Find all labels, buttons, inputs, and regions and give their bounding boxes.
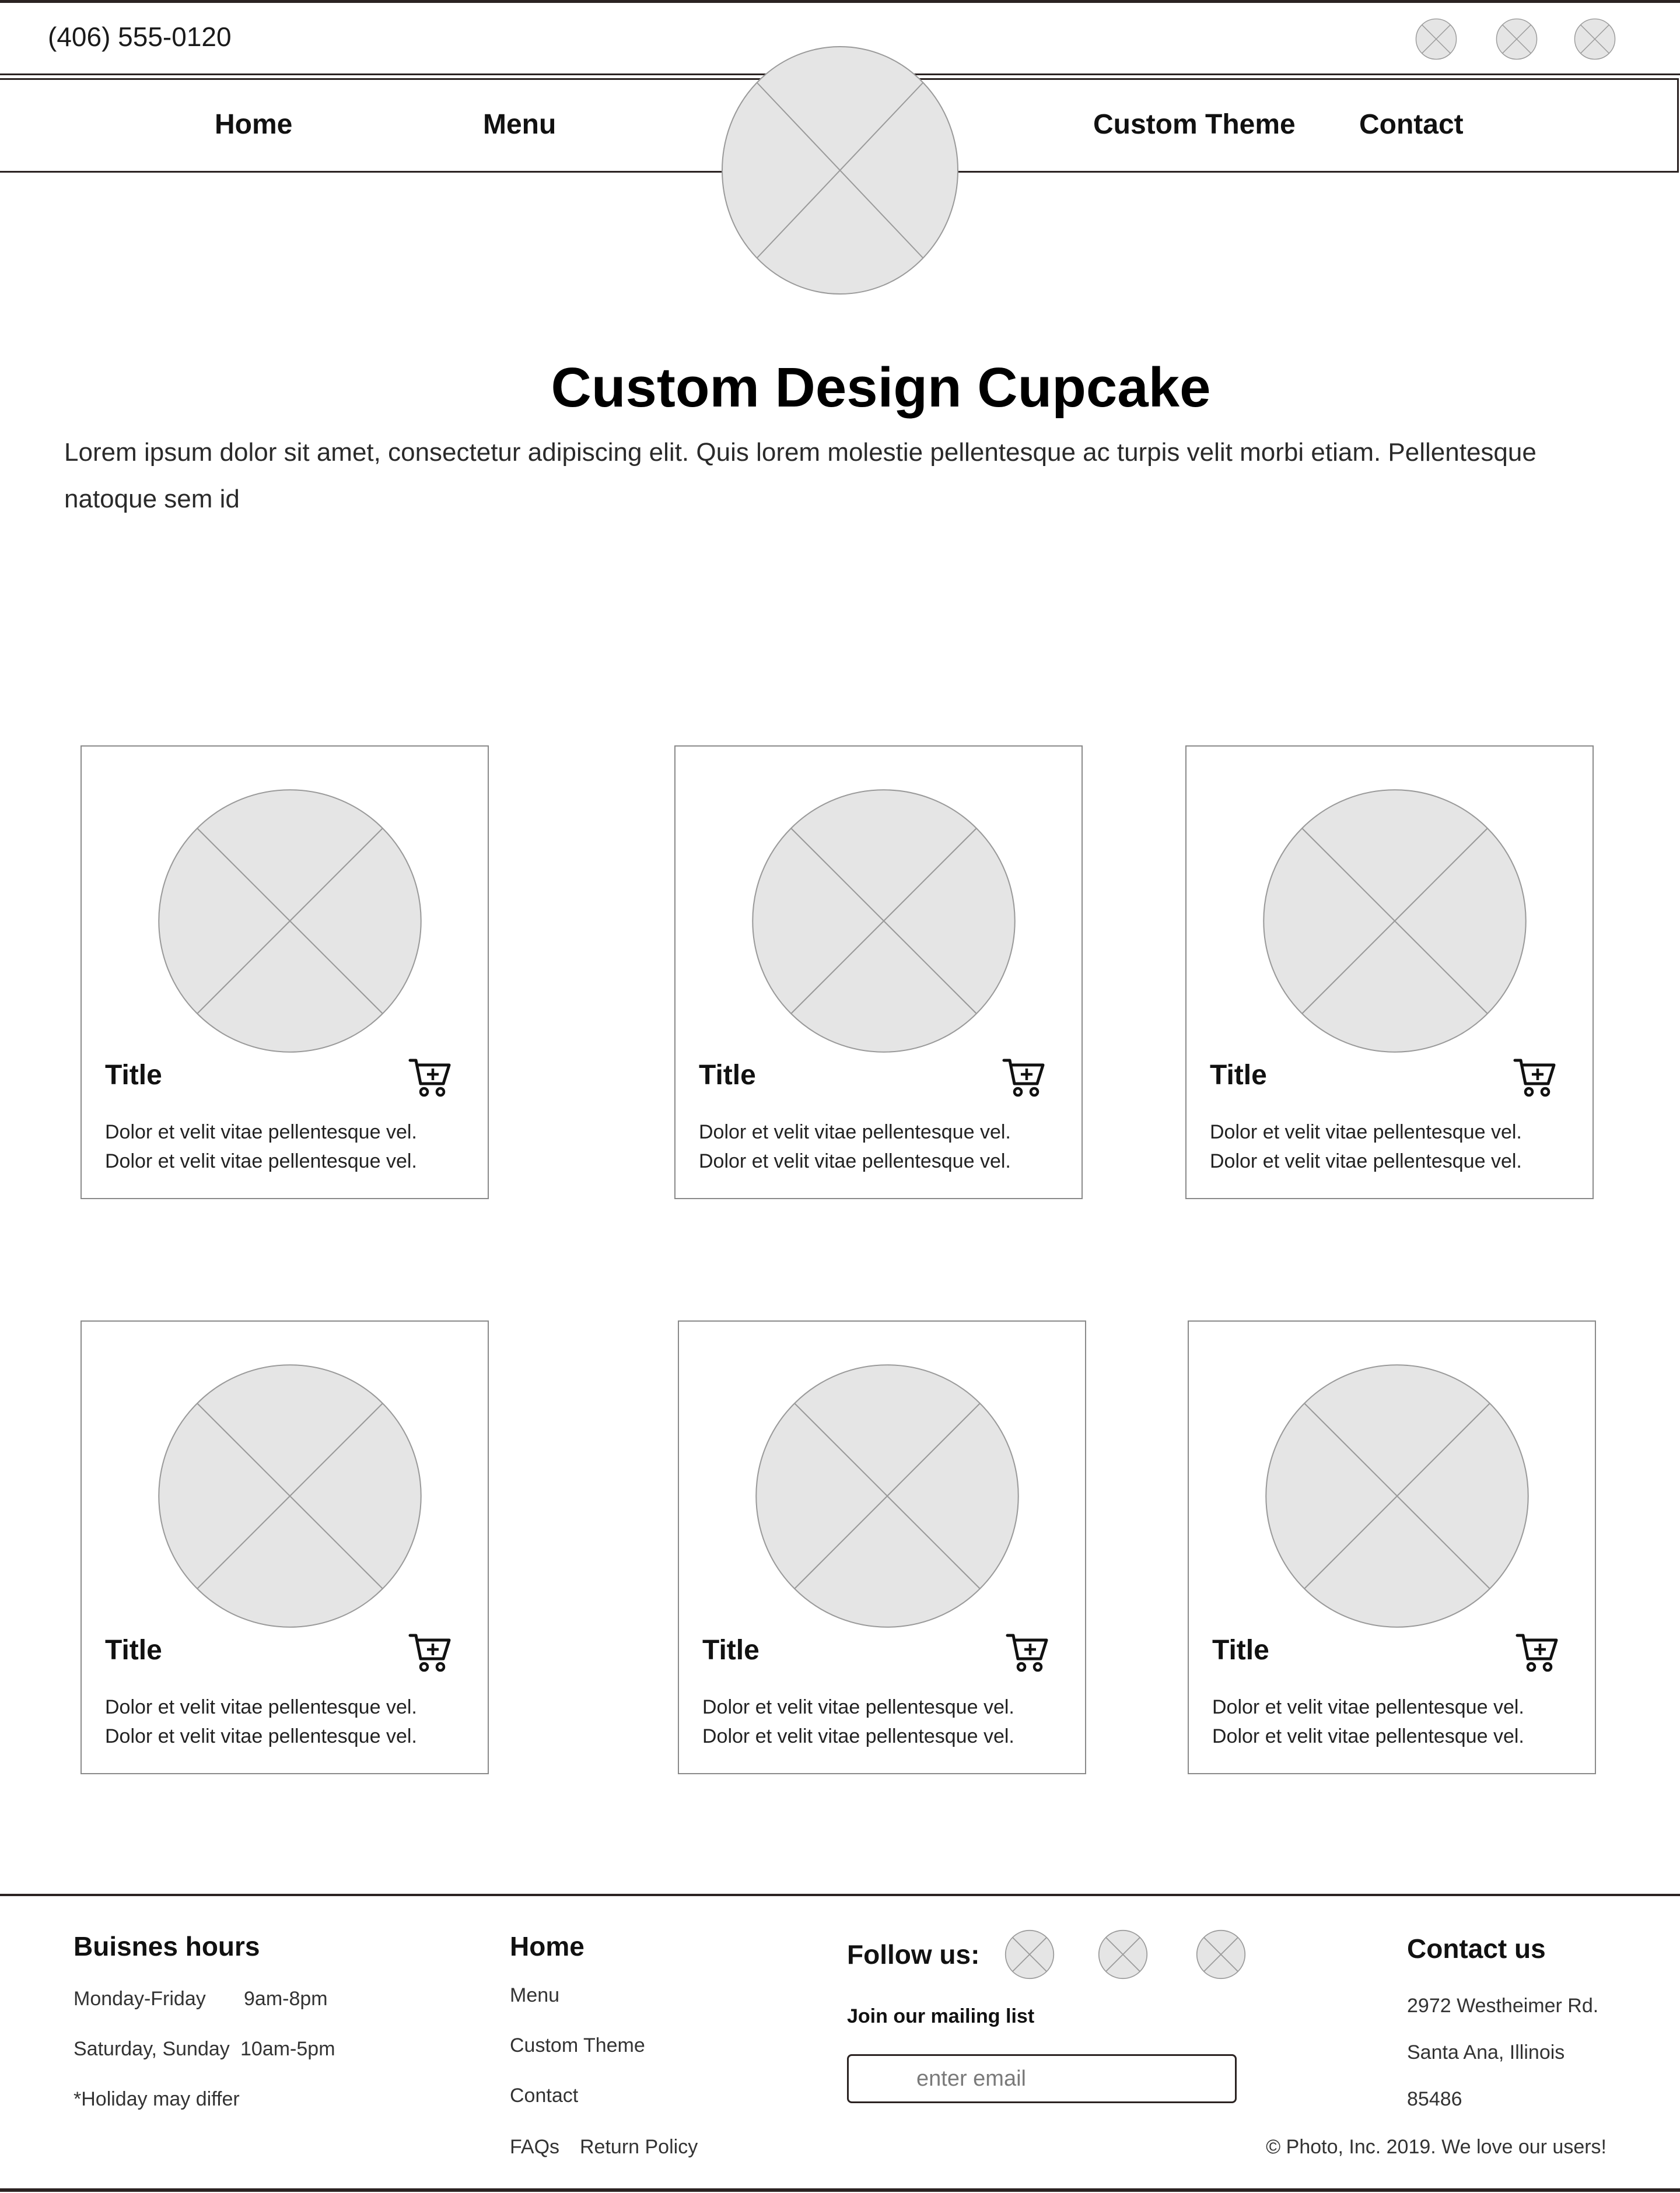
mailing-list-label: Join our mailing list [847, 2005, 1035, 2027]
nav-contact[interactable]: Contact [1359, 108, 1464, 141]
follow-us-heading: Follow us: [847, 1939, 980, 1970]
product-image-placeholder [1265, 1364, 1530, 1628]
footer-link-home[interactable]: Home [510, 1931, 584, 1962]
product-description: Dolor et velit vitae pellentesque vel. Do… [1210, 1121, 1522, 1172]
phone-number: (406) 555-0120 [48, 22, 232, 52]
address-zip: 85486 [1407, 2088, 1462, 2110]
address-line-1: 2972 Westheimer Rd. [1407, 1995, 1599, 2017]
nav-custom-theme[interactable]: Custom Theme [1093, 108, 1296, 141]
product-image-placeholder [158, 789, 422, 1053]
add-to-cart-icon[interactable] [408, 1057, 453, 1099]
product-title: Title [105, 1635, 162, 1666]
footer-link-contact[interactable]: Contact [510, 2085, 578, 2107]
social-icon[interactable] [1415, 18, 1457, 60]
footer-link-return-policy[interactable]: Return Policy [580, 2136, 698, 2159]
product-title: Title [699, 1060, 756, 1091]
hours-weekend-time: 10am-5pm [240, 2038, 335, 2060]
contact-us-heading: Contact us [1407, 1933, 1546, 1964]
footer-link-custom-theme[interactable]: Custom Theme [510, 2034, 645, 2057]
product-card[interactable]: Title Dolor et velit vitae pellentesque … [674, 745, 1083, 1199]
product-description: Dolor et velit vitae pellentesque vel. Do… [105, 1696, 417, 1747]
product-description: Dolor et velit vitae pellentesque vel. Do… [1212, 1696, 1524, 1747]
nav-menu[interactable]: Menu [483, 108, 556, 141]
nav-home[interactable]: Home [215, 108, 292, 141]
product-image-placeholder [751, 789, 1016, 1053]
address-line-2: Santa Ana, Illinois [1407, 2041, 1565, 2064]
footer-hours-heading: Buisnes hours [74, 1931, 260, 1961]
product-card[interactable]: Title Dolor et velit vitae pellentesque … [1185, 745, 1594, 1199]
add-to-cart-icon[interactable] [1516, 1632, 1560, 1674]
product-title: Title [1210, 1060, 1267, 1091]
product-title: Title [702, 1635, 760, 1666]
product-image-placeholder [755, 1364, 1020, 1628]
add-to-cart-icon[interactable] [408, 1632, 453, 1674]
product-title: Title [105, 1060, 162, 1091]
footer-bottom-border [0, 2188, 1680, 2192]
product-description: Dolor et velit vitae pellentesque vel. Do… [699, 1121, 1011, 1172]
social-icon[interactable] [1196, 1928, 1246, 1981]
footer-link-menu[interactable]: Menu [510, 1984, 559, 2007]
product-image-placeholder [1262, 789, 1527, 1053]
social-icon[interactable] [1496, 18, 1538, 60]
product-description: Dolor et velit vitae pellentesque vel. Do… [702, 1696, 1014, 1747]
add-to-cart-icon[interactable] [1002, 1057, 1046, 1099]
email-input[interactable] [847, 2054, 1237, 2103]
product-card[interactable]: Title Dolor et velit vitae pellentesque … [80, 745, 489, 1199]
footer-top-border [0, 1894, 1680, 1896]
footer-link-faqs[interactable]: FAQs [510, 2136, 559, 2159]
product-card[interactable]: Title Dolor et velit vitae pellentesque … [678, 1320, 1086, 1774]
product-card[interactable]: Title Dolor et velit vitae pellentesque … [1188, 1320, 1596, 1774]
hours-weekday-label: Monday-Friday [74, 1988, 206, 2010]
intro-text: Lorem ipsum dolor sit amet, consectetur … [64, 438, 1536, 513]
product-card[interactable]: Title Dolor et velit vitae pellentesque … [80, 1320, 489, 1774]
social-icon[interactable] [1574, 18, 1616, 60]
product-description: Dolor et velit vitae pellentesque vel. Do… [105, 1121, 417, 1172]
logo-image-placeholder[interactable] [721, 45, 959, 295]
hours-weekend-label: Saturday, Sunday [74, 2038, 230, 2060]
product-image-placeholder [158, 1364, 422, 1628]
social-icon[interactable] [1005, 1928, 1055, 1981]
product-title: Title [1212, 1635, 1269, 1666]
page-title: Custom Design Cupcake [551, 356, 1211, 419]
top-border [0, 0, 1680, 3]
copyright: © Photo, Inc. 2019. We love our users! [1266, 2136, 1606, 2158]
add-to-cart-icon[interactable] [1006, 1632, 1050, 1674]
holiday-note: *Holiday may differ [74, 2088, 240, 2110]
hours-weekday-time: 9am-8pm [244, 1988, 328, 2010]
add-to-cart-icon[interactable] [1513, 1057, 1558, 1099]
social-icon[interactable] [1098, 1928, 1148, 1981]
